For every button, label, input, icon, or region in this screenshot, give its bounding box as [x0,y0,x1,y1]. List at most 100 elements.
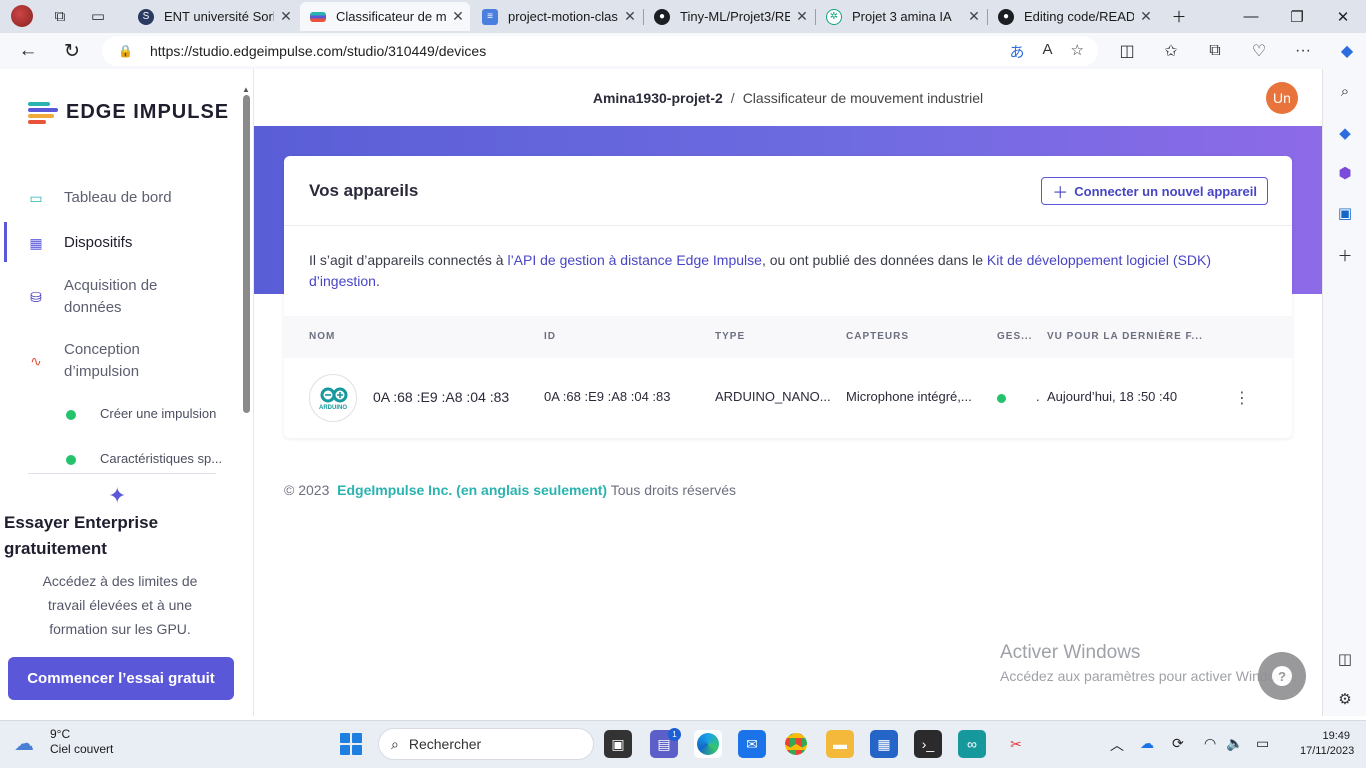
weather-widget[interactable]: ☁ 9°C Ciel couvert [14,727,113,757]
read-aloud-icon[interactable]: A [1043,41,1053,62]
settings-more-icon[interactable]: ··· [1286,37,1320,65]
favorite-star-icon[interactable]: ☆ [1071,41,1084,62]
tab-ent-sorbonne[interactable]: S ENT université Sorbo ✕ [128,2,298,31]
sidebar-subitem-create-impulse[interactable]: Créer une impulsion [0,404,240,426]
scroll-up-icon[interactable]: ▲ [242,85,250,94]
edge-impulse-logo[interactable]: EDGE IMPULSE [28,101,229,124]
google-docs-icon: ≡ [482,8,498,25]
outlook-icon[interactable]: ▣ [1333,201,1357,225]
help-button[interactable]: ? [1258,652,1306,700]
sidebar-item-devices[interactable]: ▦ Dispositifs [0,232,240,254]
column-header-id[interactable]: ID [544,331,556,342]
start-trial-button[interactable]: Commencer l’essai gratuit [8,657,234,700]
device-name: 0A :68 :E9 :A8 :04 :83 [373,389,510,405]
table-row[interactable]: ARDUINO 0A :68 :E9 :A8 :04 :83 0A :68 :E… [284,358,1292,438]
close-tab-icon[interactable]: ✕ [1134,8,1158,25]
sidebar-item-data-acquisition[interactable]: ⛁ Acquisition de données [0,275,240,319]
browser-essentials-icon[interactable]: ♡ [1242,37,1276,65]
kebab-menu-icon[interactable]: ⋮ [1234,388,1250,408]
promo-title: Essayer Enterprise gratuitement [4,513,159,558]
monitor-icon: ▭ [29,189,43,206]
column-header-sensors[interactable]: CAPTEURS [846,331,909,342]
page-footer: © 2023 EdgeImpulse Inc. (en anglais seul… [284,482,737,498]
remote-management-api-link[interactable]: l’API de gestion à distance Edge Impulse [507,252,762,268]
column-header-name[interactable]: NOM [309,331,335,342]
lock-icon[interactable]: 🔒 [118,44,133,58]
close-tab-icon[interactable]: ✕ [790,8,814,25]
tab-tiny-ml[interactable]: ● Tiny-ML/Projet3/RE/ ✕ [644,2,814,31]
tab-projet-3-amina[interactable]: ✲ Projet 3 amina IA ✕ [816,2,986,31]
windows-start-icon[interactable] [340,733,362,755]
new-tab-button[interactable]: ＋ [1156,0,1202,33]
refresh-button[interactable]: ↻ [56,37,88,65]
copilot-icon[interactable]: ◆ [1330,37,1364,65]
store-icon[interactable]: ▦ [870,730,898,758]
sync-icon[interactable]: ⟳ [1172,735,1184,752]
tab-editing-readme[interactable]: ● Editing code/READM ✕ [988,2,1158,31]
taskbar-search[interactable]: ⌕ Rechercher [378,728,594,760]
wifi-icon[interactable]: ◠ [1204,735,1216,752]
profile-avatar-icon[interactable] [8,3,36,29]
back-button[interactable]: ← [12,37,44,65]
minimize-button[interactable]: — [1228,0,1274,33]
restore-button[interactable]: ❐ [1274,0,1320,33]
tab-project-motion[interactable]: ≡ project-motion-clas ✕ [472,2,642,31]
column-header-last-seen[interactable]: VU POUR LA DERNIÈRE F... [1047,331,1203,342]
connect-device-button[interactable]: ＋ Connecter un nouvel appareil [1041,177,1268,205]
sidebar-item-dashboard[interactable]: ▭ Tableau de bord [0,187,240,209]
shopping-tag-icon[interactable]: ◆ [1333,121,1357,145]
speaker-icon[interactable]: 🔈 [1226,735,1243,752]
scrollbar-thumb[interactable] [243,95,250,413]
split-screen-icon[interactable]: ◫ [1110,37,1144,65]
terminal-icon[interactable]: ›_ [914,730,942,758]
url-field[interactable]: 🔒 https://studio.edgeimpulse.com/studio/… [102,36,1098,66]
tab-classificateur[interactable]: Classificateur de mo ✕ [300,2,470,31]
github-icon: ● [998,8,1014,25]
project-name[interactable]: Amina1930-projet-2 [593,90,723,106]
file-explorer-icon[interactable]: ▬ [826,730,854,758]
office-icon[interactable]: ⬢ [1333,161,1357,185]
plus-icon: ＋ [1052,185,1069,202]
sidebar-subitem-spectral-features[interactable]: Caractéristiques sp... [0,449,240,471]
close-tab-icon[interactable]: ✕ [274,8,298,25]
task-view-icon[interactable]: ▣ [604,730,632,758]
chevron-up-icon[interactable]: ︿ [1110,735,1124,755]
workspaces-icon[interactable]: ⧉ [46,3,74,29]
sidebar-item-impulse-design[interactable]: ∿ Conception d’impulsion [0,339,240,383]
favorites-icon[interactable]: ✩ [1154,37,1188,65]
system-clock[interactable]: 19:49 17/11/2023 [1300,729,1354,759]
mail-icon[interactable]: ✉ [738,730,766,758]
add-app-icon[interactable]: ＋ [1333,243,1357,267]
close-tab-icon[interactable]: ✕ [618,8,642,25]
close-window-button[interactable]: ✕ [1320,0,1366,33]
breadcrumb: Amina1930-projet-2 / Classificateur de m… [254,69,1322,126]
tab-actions-icon[interactable]: ▭ [84,3,112,29]
collections-icon[interactable]: ⧉ [1198,37,1232,65]
card-title: Vos appareils [309,181,419,200]
edge-browser-icon[interactable] [694,730,722,758]
status-dot [66,410,76,420]
gear-icon[interactable]: ⚙ [1333,687,1357,711]
app-sidebar: EDGE IMPULSE ▭ Tableau de bord ▦ Disposi… [0,69,254,728]
search-icon[interactable]: ⌕ [1333,79,1357,103]
snipping-tool-icon[interactable]: ✂ [1002,730,1030,758]
column-header-managed[interactable]: GES... [997,331,1032,342]
user-avatar[interactable]: Un [1266,82,1298,114]
question-icon: ? [1272,666,1292,686]
chrome-icon[interactable] [782,730,810,758]
onedrive-icon[interactable]: ☁ [1140,735,1154,752]
translate-icon[interactable]: あ [1010,41,1025,62]
close-tab-icon[interactable]: ✕ [446,8,470,25]
sidebar-divider [28,473,216,474]
sidebar-scrollbar[interactable]: ▲ ▼ [242,85,250,728]
arduino-ide-icon[interactable]: ∞ [958,730,986,758]
database-icon: ⛁ [30,288,42,305]
github-icon: ● [654,8,670,25]
close-tab-icon[interactable]: ✕ [962,8,986,25]
column-header-type[interactable]: TYPE [715,331,745,342]
edge-sidebar: ⌕ ◆ ⬢ ▣ ＋ ◫ ⚙ [1322,69,1366,716]
sidebar-panel-icon[interactable]: ◫ [1333,647,1357,671]
battery-icon[interactable]: ▭ [1256,735,1269,752]
windows-taskbar: ☁ 9°C Ciel couvert ⌕ Rechercher ▣ ▤ 1 ✉ … [0,720,1366,768]
company-link[interactable]: EdgeImpulse Inc. (en anglais seulement) [337,482,607,498]
